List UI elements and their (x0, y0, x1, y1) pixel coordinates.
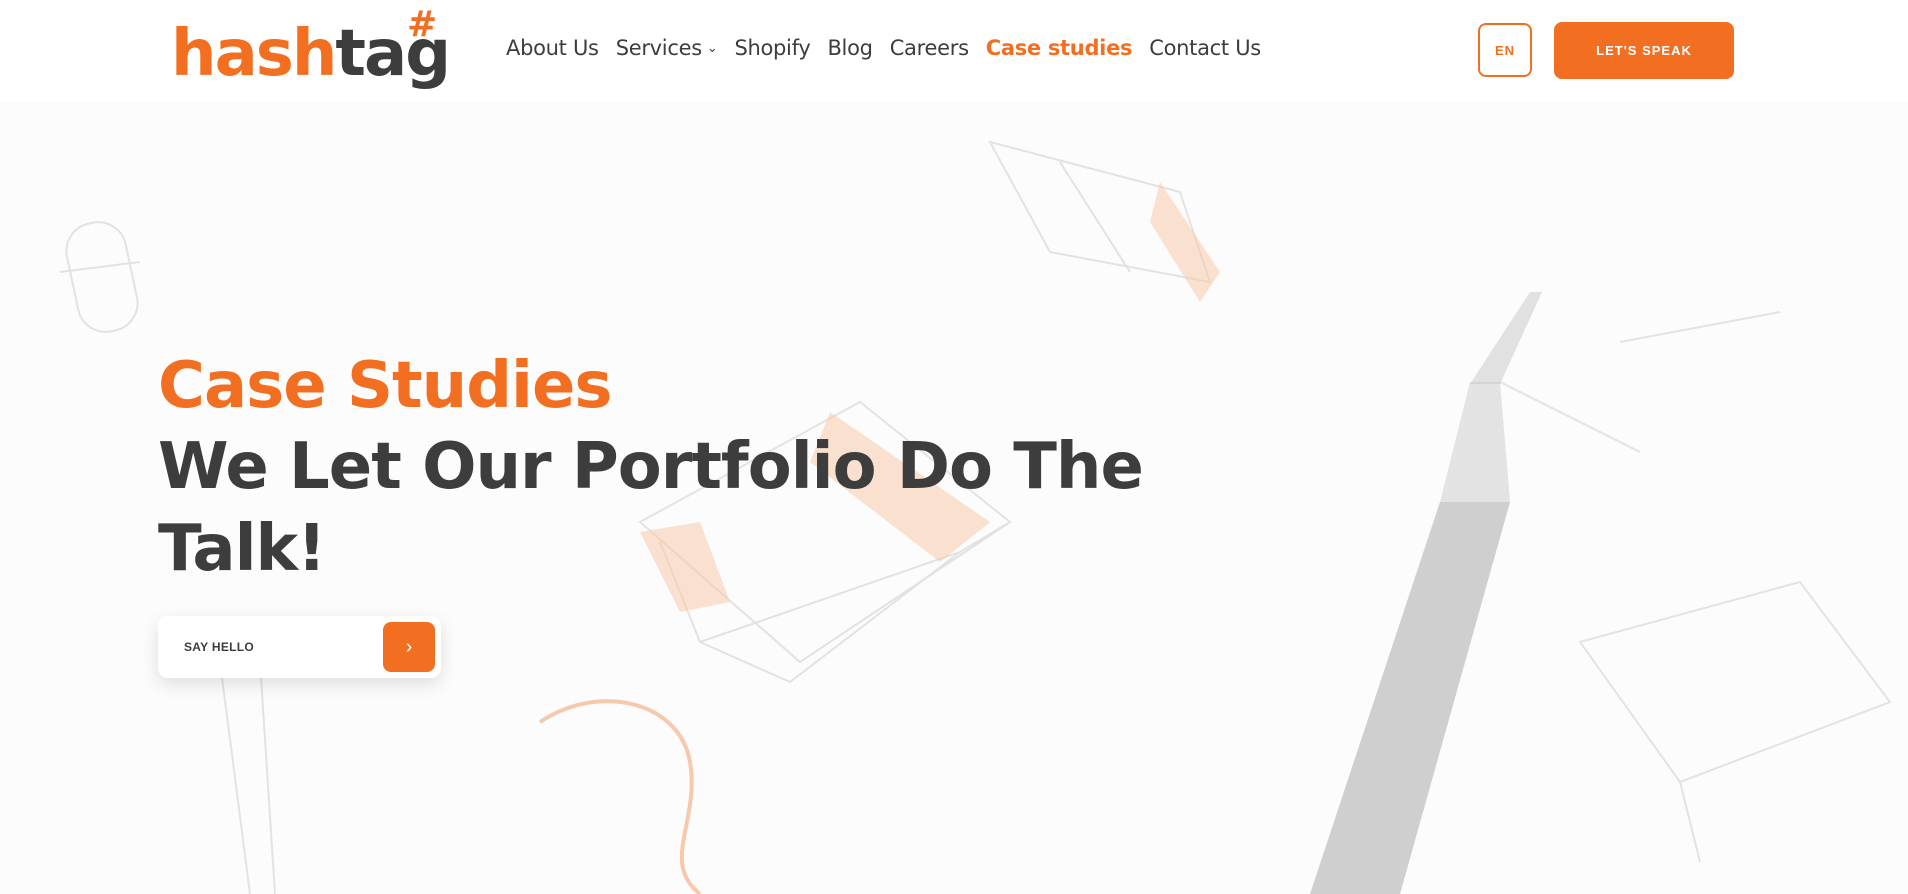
chevron-right-icon[interactable]: › (383, 622, 435, 672)
chevron-down-icon: ⌄ (706, 40, 718, 56)
nav-item-label: About Us (506, 36, 599, 60)
main-nav: About Us Services ⌄ Shopify Blog Careers … (506, 36, 1278, 60)
say-hello-button[interactable]: SAY HELLO › (158, 616, 441, 678)
say-hello-label: SAY HELLO (184, 640, 255, 654)
nav-item-services[interactable]: Services ⌄ (616, 36, 718, 60)
logo-text-hash: hash (171, 17, 337, 91)
hero-section: Case Studies We Let Our Portfolio Do The… (158, 346, 1258, 590)
nav-item-label: Shopify (734, 36, 811, 60)
nav-item-case-studies[interactable]: Case studies (986, 36, 1133, 60)
nav-item-label: Services (615, 36, 702, 60)
nav-item-contact-us[interactable]: Contact Us (1149, 36, 1261, 60)
logo-hash-mark: # (407, 4, 438, 45)
nav-item-shopify[interactable]: Shopify (734, 36, 810, 60)
hero-title: We Let Our Portfolio Do The Talk! (158, 430, 1144, 586)
nav-item-blog[interactable]: Blog (827, 36, 873, 60)
language-button[interactable]: EN (1478, 23, 1532, 77)
nav-item-label: Case studies (985, 36, 1133, 60)
lets-speak-button[interactable]: LET'S SPEAK (1554, 22, 1734, 79)
hashtag-logo[interactable]: hashtag # (171, 4, 451, 92)
site-header: hashtag # About Us Services ⌄ Shopify Blo… (0, 0, 1908, 102)
nav-item-label: Contact Us (1149, 36, 1261, 60)
nav-item-careers[interactable]: Careers (890, 36, 969, 60)
nav-item-label: Careers (889, 36, 969, 60)
nav-item-label: Blog (827, 36, 873, 60)
hero-kicker: Case Studies (158, 349, 612, 423)
nav-item-about-us[interactable]: About Us (506, 36, 599, 60)
